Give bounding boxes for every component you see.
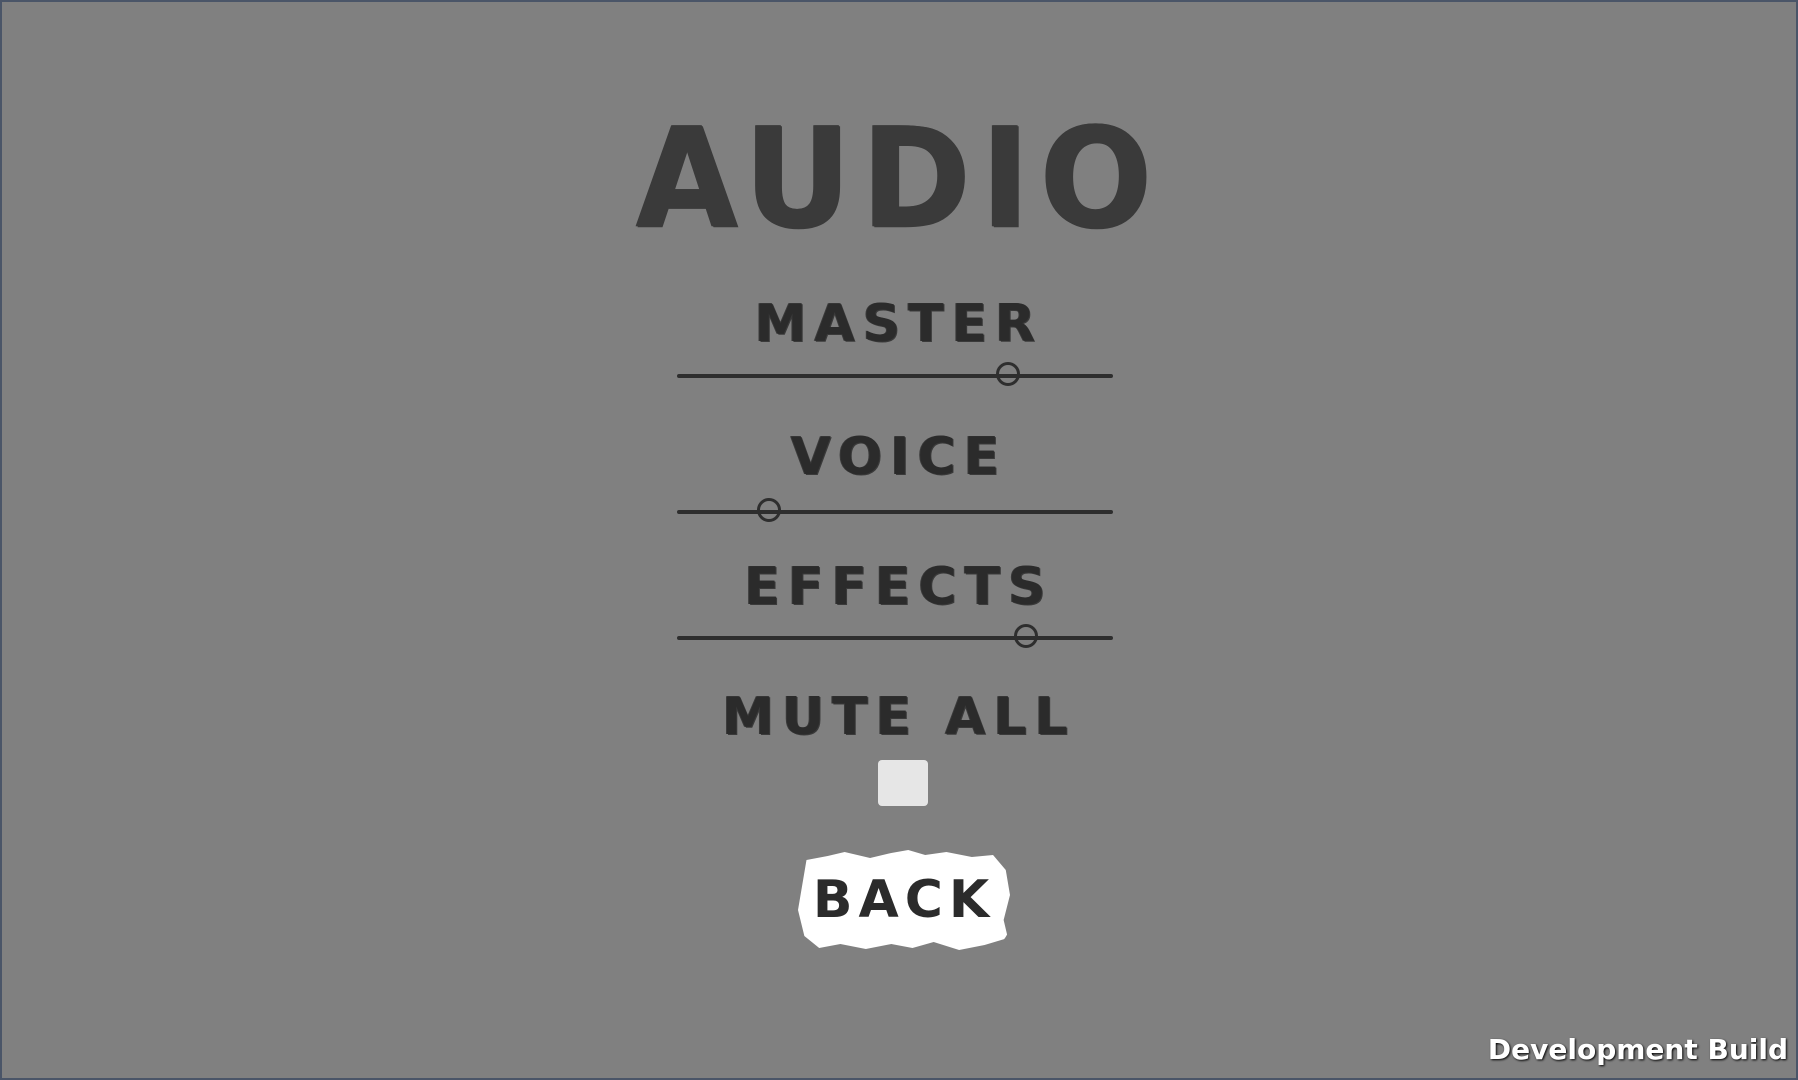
voice-slider-handle[interactable] [756,498,781,522]
effects-volume-label: EFFECTS [744,557,1054,617]
master-slider-track[interactable] [677,374,1113,378]
voice-volume-label: VOICE [790,427,1008,487]
master-slider-handle[interactable] [996,362,1021,386]
mute-all-label: MUTE ALL [722,687,1076,747]
effects-slider-track[interactable] [677,636,1113,640]
master-volume-label: MASTER [754,294,1044,354]
back-button[interactable]: BACK [798,850,1010,950]
effects-slider-handle[interactable] [1013,624,1038,648]
development-build-label: Development Build [1487,1033,1788,1066]
voice-slider-track[interactable] [677,510,1113,514]
voice-volume-slider[interactable] [677,496,1113,526]
back-button-label: BACK [812,870,996,930]
master-volume-slider[interactable] [677,360,1113,390]
mute-all-checkbox[interactable] [878,760,928,806]
effects-volume-slider[interactable] [677,622,1113,652]
page-title: AUDIO [635,98,1163,260]
